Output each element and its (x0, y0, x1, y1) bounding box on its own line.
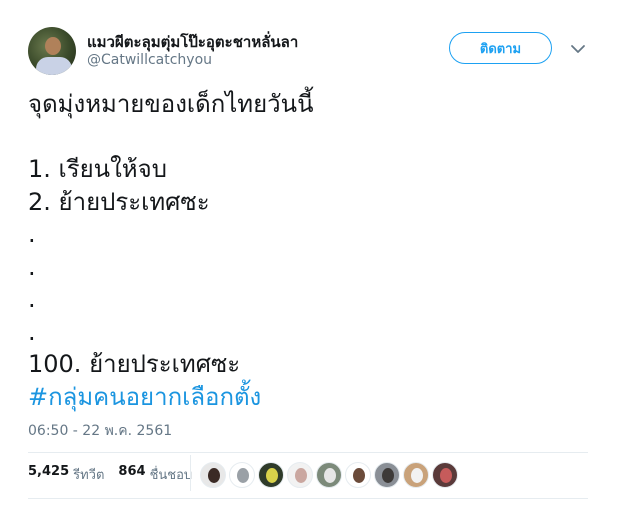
liker-avatar-figure (382, 468, 394, 483)
retweets-count[interactable]: 5,425 (28, 464, 69, 485)
liker-avatar-figure (353, 468, 365, 483)
follow-button[interactable]: ติดตาม (449, 32, 552, 64)
liker-avatars (200, 462, 458, 488)
divider-bottom (28, 498, 588, 499)
tweet-line: . (28, 252, 36, 281)
author-handle[interactable]: @Catwillcatchyou (87, 52, 212, 68)
likes-count[interactable]: 864 (118, 464, 145, 485)
chevron-down-icon[interactable] (569, 40, 587, 58)
tweet-line: จุดมุ่งหมายของเด็กไทยวันนี้ (28, 90, 314, 118)
divider-top (28, 452, 588, 453)
liker-avatar[interactable] (345, 462, 371, 488)
tweet-line (28, 121, 598, 154)
liker-avatar[interactable] (258, 462, 284, 488)
liker-avatar[interactable] (432, 462, 458, 488)
tweet-line: . (28, 285, 36, 313)
tweet-line: . (28, 220, 36, 248)
stats-separator (190, 455, 191, 491)
tweet-text: จุดมุ่งหมายของเด็กไทยวันนี้ 1. เรียนให้จ… (28, 88, 598, 413)
tweet-line: . (28, 317, 36, 346)
liker-avatar[interactable] (316, 462, 342, 488)
liker-avatar[interactable] (229, 462, 255, 488)
tweet-timestamp[interactable]: 06:50 - 22 พ.ค. 2561 (28, 420, 172, 442)
tweet-stats: 5,425 รีทวีต 864 ชื่นชอบ (28, 464, 202, 485)
liker-avatar[interactable] (403, 462, 429, 488)
retweets-label[interactable]: รีทวีต (73, 464, 104, 485)
author-display-name[interactable]: แมวผีตะลุมตุ่มโป๊ะอุตะชาหลั่นลา (87, 30, 298, 54)
liker-avatar-figure (411, 468, 423, 483)
liker-avatar-figure (324, 468, 336, 483)
avatar-head (45, 37, 61, 55)
liker-avatar[interactable] (287, 462, 313, 488)
tweet-line: 2. ย้ายประเทศซะ (28, 187, 210, 216)
liker-avatar-figure (208, 468, 220, 483)
liker-avatar[interactable] (200, 462, 226, 488)
tweet-line: 1. เรียนให้จบ (28, 155, 167, 183)
liker-avatar-figure (295, 468, 307, 483)
liker-avatar-figure (440, 468, 452, 483)
liker-avatar-figure (266, 468, 278, 483)
hashtag-link[interactable]: #กลุ่มคนอยากเลือกตั้ง (28, 381, 598, 414)
liker-avatar-figure (237, 468, 249, 483)
tweet-line: 100. ย้ายประเทศซะ (28, 350, 241, 378)
author-avatar[interactable] (28, 27, 76, 75)
likes-label[interactable]: ชื่นชอบ (150, 464, 193, 485)
avatar-shirt (36, 57, 72, 75)
liker-avatar[interactable] (374, 462, 400, 488)
